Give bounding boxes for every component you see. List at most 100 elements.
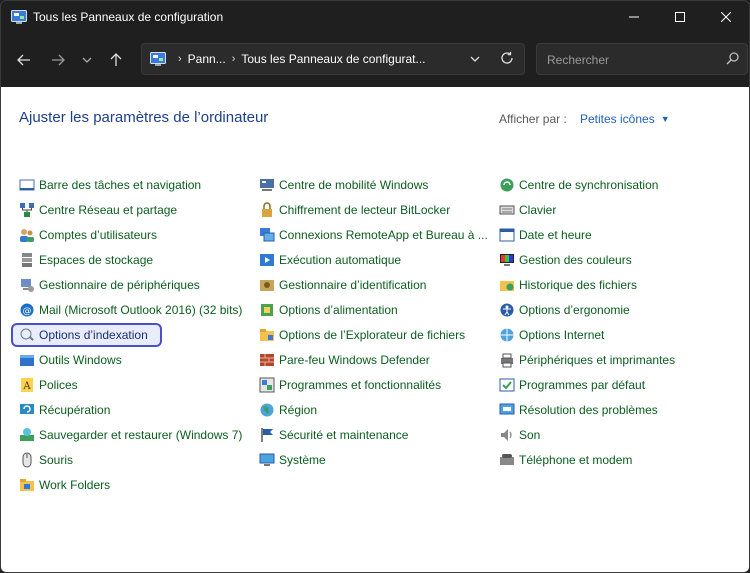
system-icon [259,452,275,468]
control-panel-item-label[interactable]: Centre de synchronisation [519,178,658,192]
control-panel-item-label[interactable]: Chiffrement de lecteur BitLocker [279,203,450,217]
control-panel-item[interactable]: Récupération [19,397,259,422]
control-panel-item-label[interactable]: Connexions RemoteApp et Bureau à ... [279,228,488,242]
control-panel-item-label[interactable]: Récupération [39,403,110,417]
control-panel-item[interactable]: Pare-feu Windows Defender [259,347,499,372]
search-box[interactable] [536,43,748,75]
control-panel-app-icon [11,10,27,24]
control-panel-item[interactable]: Chiffrement de lecteur BitLocker [259,197,499,222]
programs-icon [259,377,275,393]
control-panel-item[interactable]: A Polices [19,372,259,397]
control-panel-item[interactable]: Son [499,422,739,447]
control-panel-item-label[interactable]: Mail (Microsoft Outlook 2016) (32 bits) [39,303,242,317]
control-panel-item[interactable]: Exécution automatique [259,247,499,272]
control-panel-item[interactable]: Périphériques et imprimantes [499,347,739,372]
caret-down-icon[interactable]: ▼ [661,114,670,124]
control-panel-item-label[interactable]: Options Internet [519,328,604,342]
control-panel-item[interactable]: Barre des tâches et navigation [19,172,259,197]
control-panel-item[interactable]: Programmes et fonctionnalités [259,372,499,397]
content-area: Ajuster les paramètres de l’ordinateur A… [1,87,749,572]
control-panel-item-label[interactable]: Polices [39,378,78,392]
control-panel-item[interactable]: Connexions RemoteApp et Bureau à ... [259,222,499,247]
storage-icon [19,252,35,268]
control-panel-item-label[interactable]: Programmes et fonctionnalités [279,378,441,392]
view-by-dropdown[interactable]: Petites icônes ▼ [580,112,670,126]
title-bar[interactable]: Tous les Panneaux de configuration [1,1,749,33]
up-button[interactable] [101,45,131,75]
control-panel-item-label[interactable]: Date et heure [519,228,592,242]
control-panel-item[interactable]: Sécurité et maintenance [259,422,499,447]
control-panel-item-label[interactable]: Région [279,403,317,417]
view-by-value[interactable]: Petites icônes [580,112,655,126]
control-panel-item[interactable]: Gestionnaire de périphériques [19,272,259,297]
address-bar[interactable]: › Pann... › Tous les Panneaux de configu… [141,43,525,75]
control-panel-item-label[interactable]: Gestionnaire d’identification [279,278,426,292]
control-panel-item[interactable]: Options de l’Explorateur de fichiers [259,322,499,347]
control-panel-item[interactable]: Centre de mobilité Windows [259,172,499,197]
control-panel-item[interactable]: Centre de synchronisation [499,172,739,197]
control-panel-item[interactable]: Résolution des problèmes [499,397,739,422]
control-panel-item[interactable]: Téléphone et modem [499,447,739,472]
control-panel-item-label[interactable]: Centre de mobilité Windows [279,178,428,192]
control-panel-item[interactable]: Work Folders [19,472,259,497]
control-panel-item[interactable]: Comptes d’utilisateurs [19,222,259,247]
control-panel-item-label[interactable]: Barre des tâches et navigation [39,178,201,192]
control-panel-item[interactable]: Souris [19,447,259,472]
forward-button[interactable] [43,45,73,75]
control-panel-item[interactable]: Historique des fichiers [499,272,739,297]
control-panel-item-label[interactable]: Programmes par défaut [519,378,645,392]
control-panel-item[interactable]: Sauvegarder et restaurer (Windows 7) [19,422,259,447]
control-panel-item-label[interactable]: Comptes d’utilisateurs [39,228,157,242]
control-panel-item[interactable]: Espaces de stockage [19,247,259,272]
recent-locations-button[interactable] [77,45,97,75]
control-panel-item[interactable]: Date et heure [499,222,739,247]
control-panel-item-label[interactable]: Historique des fichiers [519,278,637,292]
breadcrumb-item-current[interactable]: Tous les Panneaux de configurat... [241,52,425,66]
address-dropdown-button[interactable] [470,52,480,66]
control-panel-item[interactable]: Gestionnaire d’identification [259,272,499,297]
control-panel-item-label[interactable]: Téléphone et modem [519,453,632,467]
back-button[interactable] [9,45,39,75]
control-panel-item[interactable]: Options Internet [499,322,739,347]
control-panel-item[interactable]: Options d’ergonomie [499,297,739,322]
control-panel-item[interactable]: Programmes par défaut [499,372,739,397]
control-panel-item-label[interactable]: Clavier [519,203,556,217]
minimize-button[interactable] [611,1,657,33]
control-panel-item[interactable]: @ Mail (Microsoft Outlook 2016) (32 bits) [19,297,259,322]
control-panel-item-label[interactable]: Sauvegarder et restaurer (Windows 7) [39,428,242,442]
control-panel-item-label[interactable]: Gestion des couleurs [519,253,632,267]
control-panel-item-label[interactable]: Centre Réseau et partage [39,203,177,217]
control-panel-item-label[interactable]: Périphériques et imprimantes [519,353,675,367]
control-panel-item-label[interactable]: Exécution automatique [279,253,401,267]
control-panel-item-label[interactable]: Sécurité et maintenance [279,428,408,442]
color-icon [499,252,515,268]
control-panel-item-label[interactable]: Son [519,428,540,442]
search-icon[interactable] [726,52,739,70]
control-panel-item[interactable]: Région [259,397,499,422]
control-panel-item[interactable]: Options d’indexation [11,322,259,347]
control-panel-item-label[interactable]: Options d’indexation [39,328,148,342]
control-panel-item[interactable]: Options d’alimentation [259,297,499,322]
control-panel-item[interactable]: Gestion des couleurs [499,247,739,272]
control-panel-item-label[interactable]: Work Folders [39,478,110,492]
control-panel-item-label[interactable]: Souris [39,453,73,467]
credential-icon [259,277,275,293]
control-panel-item-label[interactable]: Résolution des problèmes [519,403,658,417]
control-panel-item-label[interactable]: Options d’ergonomie [519,303,630,317]
control-panel-item-label[interactable]: Options de l’Explorateur de fichiers [279,328,465,342]
control-panel-item[interactable]: Centre Réseau et partage [19,197,259,222]
control-panel-item-label[interactable]: Options d’alimentation [279,303,398,317]
refresh-button[interactable] [500,51,514,68]
close-button[interactable] [703,1,749,33]
control-panel-item-label[interactable]: Outils Windows [39,353,122,367]
breadcrumb-item-pann[interactable]: Pann... [188,52,226,66]
maximize-button[interactable] [657,1,703,33]
search-input[interactable] [545,51,719,69]
control-panel-item-label[interactable]: Système [279,453,326,467]
control-panel-item[interactable]: Système [259,447,499,472]
control-panel-item-label[interactable]: Pare-feu Windows Defender [279,353,430,367]
control-panel-item[interactable]: Clavier [499,197,739,222]
control-panel-item-label[interactable]: Espaces de stockage [39,253,153,267]
control-panel-item[interactable]: Outils Windows [19,347,259,372]
control-panel-item-label[interactable]: Gestionnaire de périphériques [39,278,200,292]
